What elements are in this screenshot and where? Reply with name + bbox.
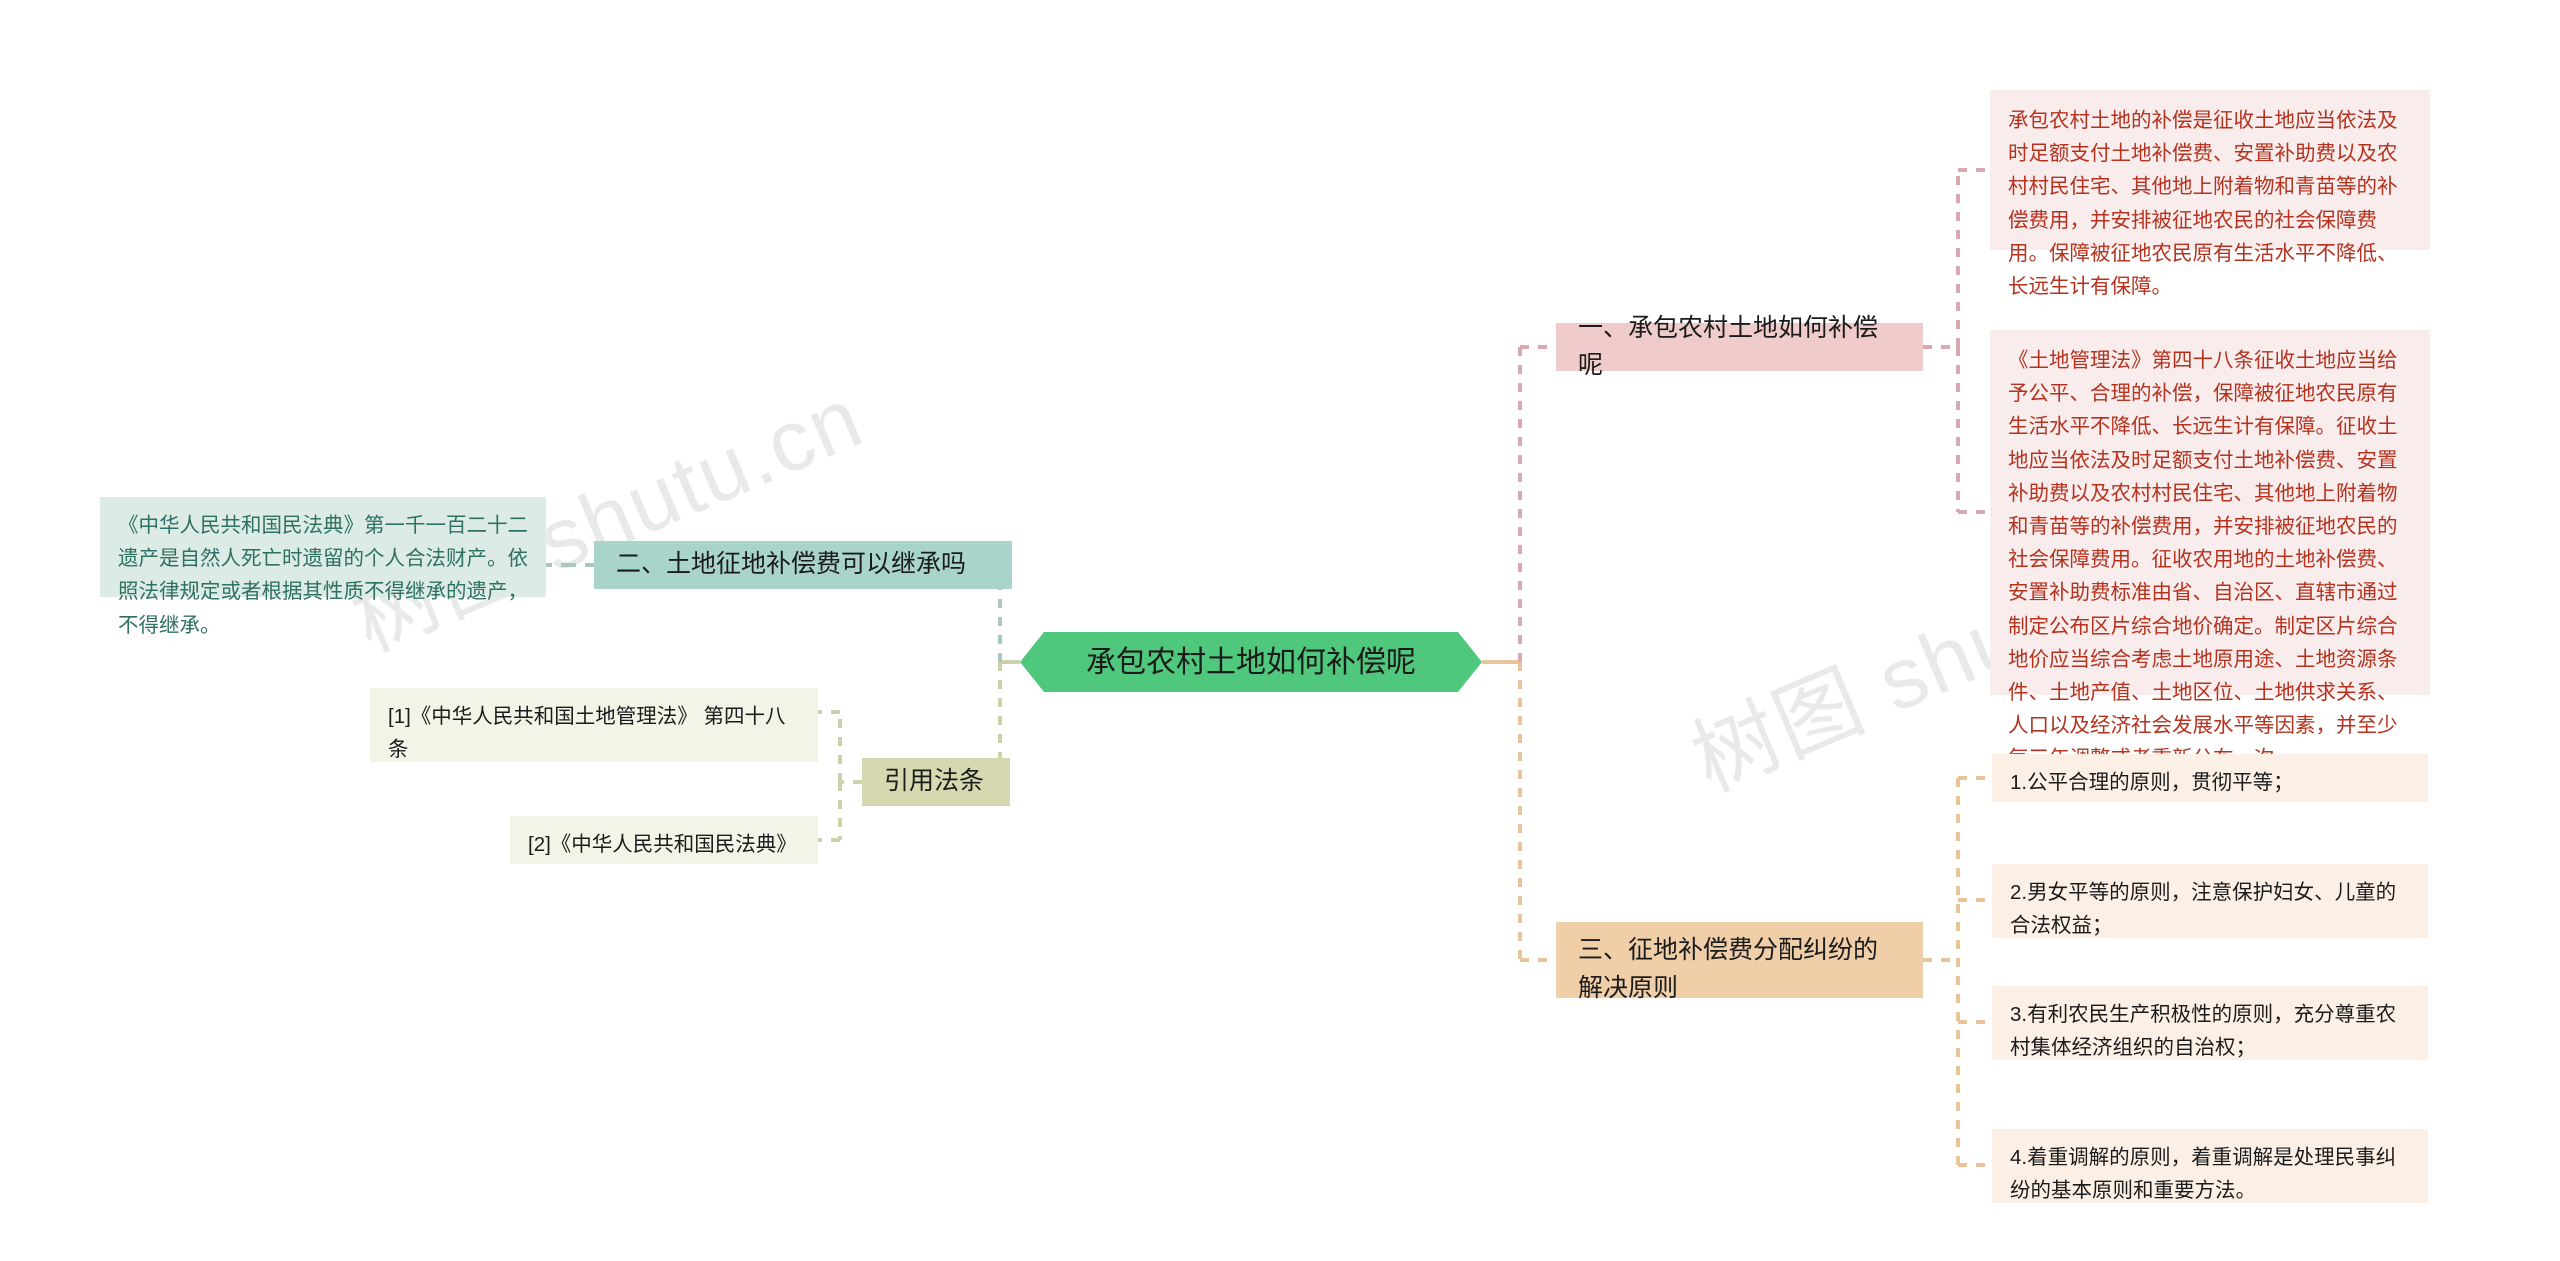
leaf-two-1-label: 《中华人民共和国民法典》第一千一百二十二遗产是自然人死亡时遗留的个人合法财产。依… (118, 514, 528, 637)
central-topic-label: 承包农村土地如何补偿呢 (1086, 645, 1416, 679)
branch-node-two[interactable]: 二、土地征地补偿费可以继承吗 (594, 541, 1012, 589)
leaf-three-2-label: 2.男女平等的原则，注意保护妇女、儿童的合法权益； (2010, 881, 2397, 938)
leaf-node-one-2[interactable]: 《土地管理法》第四十八条征收土地应当给予公平、合理的补偿，保障被征地农民原有生活… (1990, 330, 2430, 770)
leaf-node-three-4[interactable]: 4.着重调解的原则，着重调解是处理民事纠纷的基本原则和重要方法。 (1992, 1129, 2428, 1203)
central-topic-node[interactable]: 承包农村土地如何补偿呢 (1020, 632, 1482, 692)
leaf-node-one-1[interactable]: 承包农村土地的补偿是征收土地应当依法及时足额支付土地补偿费、安置补助费以及农村村… (1990, 90, 2430, 298)
leaf-node-citation-2[interactable]: [2]《中华人民共和国民法典》 (510, 816, 818, 864)
branch-two-label: 二、土地征地补偿费可以继承吗 (616, 550, 967, 579)
leaf-node-three-1[interactable]: 1.公平合理的原则，贯彻平等； (1992, 754, 2428, 802)
branch-node-citations[interactable]: 引用法条 (862, 758, 1010, 806)
leaf-three-4-label: 4.着重调解的原则，着重调解是处理民事纠纷的基本原则和重要方法。 (2010, 1146, 2397, 1203)
branch-node-one[interactable]: 一、承包农村土地如何补偿呢 (1556, 314, 1923, 379)
branch-one-label: 一、承包农村土地如何补偿呢 (1578, 313, 1879, 380)
leaf-node-citation-1[interactable]: [1]《中华人民共和国土地管理法》 第四十八条 (370, 688, 818, 762)
branch-node-three[interactable]: 三、征地补偿费分配纠纷的解决原则 (1556, 922, 1923, 1002)
leaf-citation-2-label: [2]《中华人民共和国民法典》 (528, 833, 797, 856)
leaf-three-1-label: 1.公平合理的原则，贯彻平等； (2010, 771, 2294, 794)
leaf-three-3-label: 3.有利农民生产积极性的原则，充分尊重农村集体经济组织的自治权； (2010, 1003, 2397, 1060)
leaf-node-two-1[interactable]: 《中华人民共和国民法典》第一千一百二十二遗产是自然人死亡时遗留的个人合法财产。依… (100, 497, 546, 637)
leaf-node-three-3[interactable]: 3.有利农民生产积极性的原则，充分尊重农村集体经济组织的自治权； (1992, 986, 2428, 1060)
leaf-one-2-label: 《土地管理法》第四十八条征收土地应当给予公平、合理的补偿，保障被征地农民原有生活… (2008, 349, 2398, 770)
leaf-node-three-2[interactable]: 2.男女平等的原则，注意保护妇女、儿童的合法权益； (1992, 864, 2428, 938)
branch-three-label: 三、征地补偿费分配纠纷的解决原则 (1578, 936, 1879, 1002)
leaf-one-1-label: 承包农村土地的补偿是征收土地应当依法及时足额支付土地补偿费、安置补助费以及农村村… (2008, 109, 2398, 299)
branch-citations-label: 引用法条 (884, 767, 985, 796)
leaf-citation-1-label: [1]《中华人民共和国土地管理法》 第四十八条 (388, 705, 786, 762)
